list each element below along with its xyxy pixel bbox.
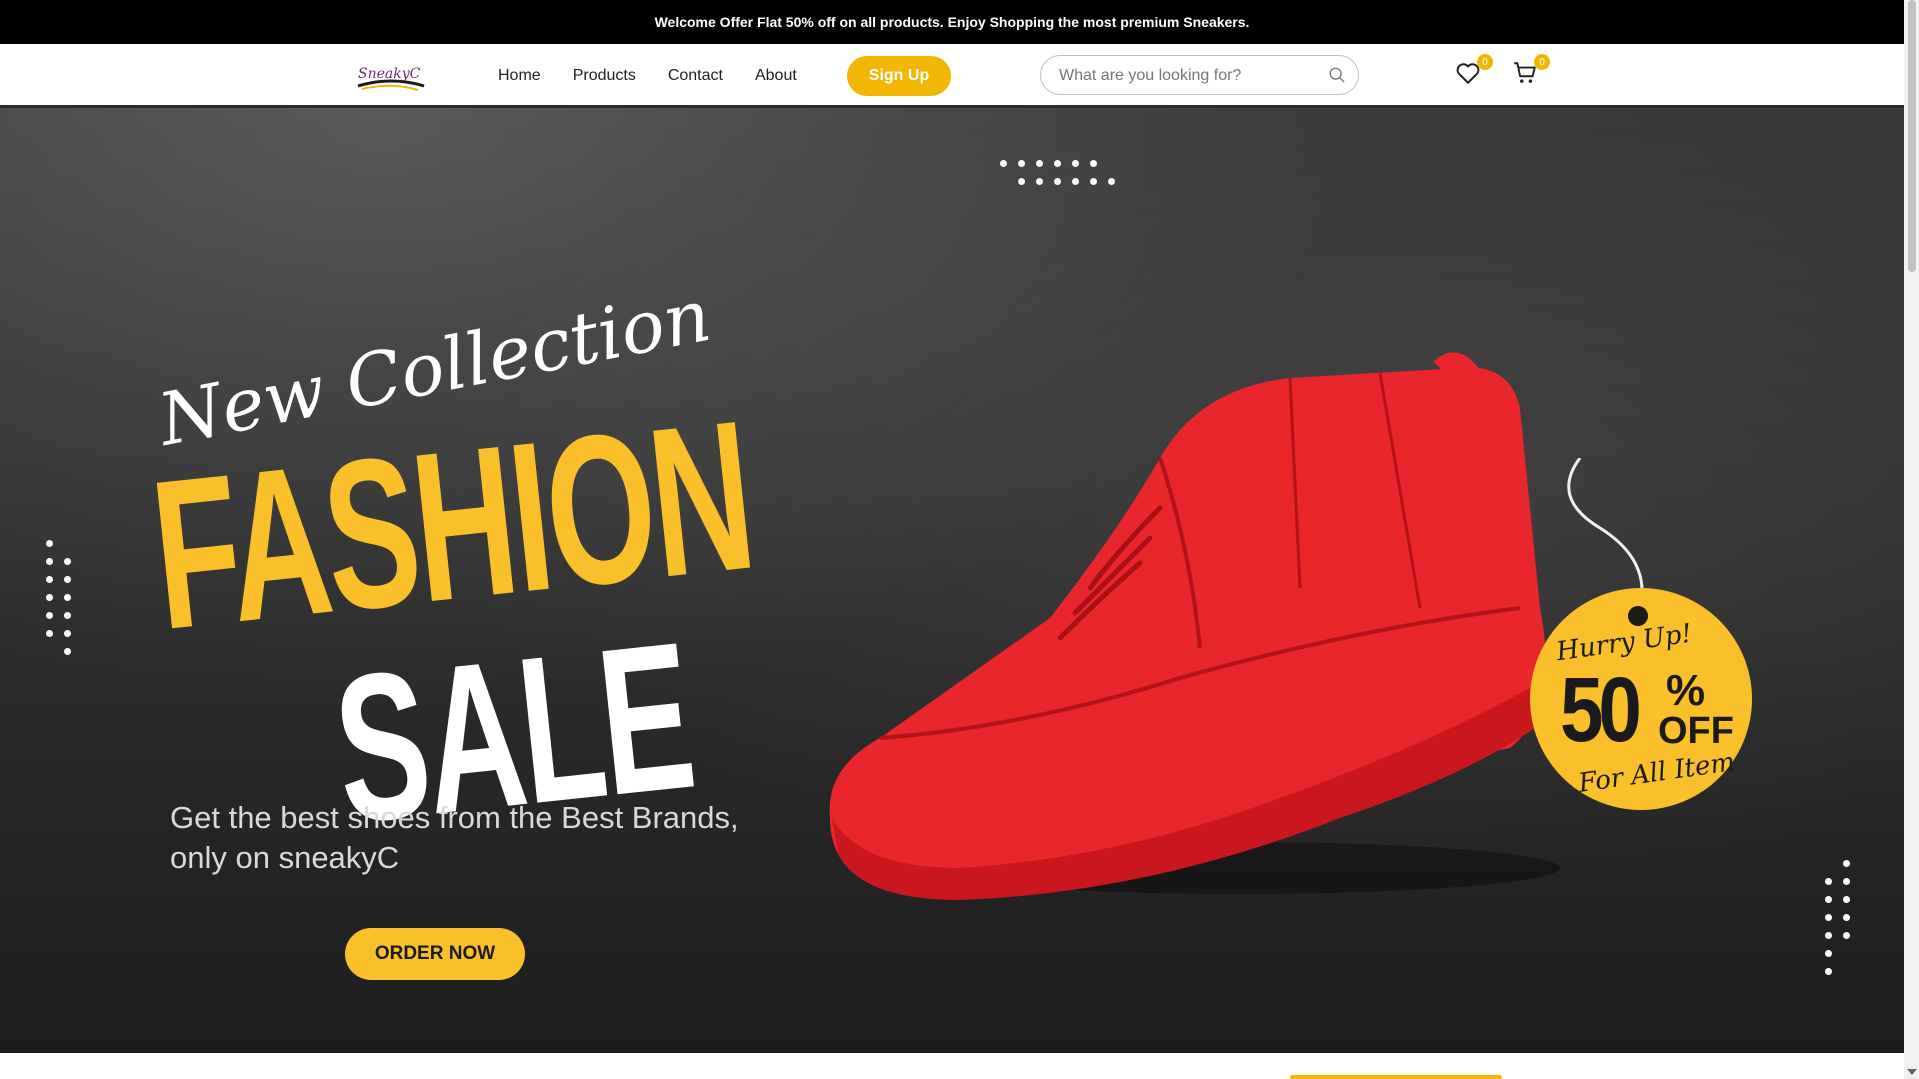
cart-count-badge: 0 [1534,54,1550,70]
search-icon[interactable] [1328,66,1346,84]
order-now-button[interactable]: ORDER NOW [345,928,525,980]
scrollbar-thumb[interactable] [1908,0,1916,272]
scroll-down-arrow-icon[interactable] [1907,1069,1917,1075]
svg-text:SneakyC: SneakyC [358,66,421,82]
navbar: SneakyC Home Products Contact About Sign… [0,44,1904,108]
nav-about-link[interactable]: About [755,67,797,85]
search-input[interactable] [1057,56,1321,96]
logo-icon: SneakyC [357,66,425,91]
page-scrollbar[interactable] [1904,0,1919,1079]
discount-tag: Hurry Up! 50 % OFF For All Item [1520,458,1752,810]
tag-percent: % [1666,666,1706,715]
cart-button[interactable]: 0 [1512,54,1550,88]
nav-products-link[interactable]: Products [573,67,636,85]
logo[interactable]: SneakyC [352,56,432,96]
signup-button[interactable]: Sign Up [847,56,951,96]
nav-home-link[interactable]: Home [498,67,541,85]
search-box [1040,55,1359,96]
wishlist-count-badge: 0 [1477,54,1493,70]
announcement-bar: Welcome Offer Flat 50% off on all produc… [0,0,1904,44]
nav-contact-link[interactable]: Contact [668,67,723,85]
tag-off-text: OFF [1658,710,1734,752]
announcement-text: Welcome Offer Flat 50% off on all produc… [654,14,1250,30]
main-nav: Home Products Contact About [498,44,797,108]
wishlist-button[interactable]: 0 [1455,54,1493,88]
next-section-accent [1290,1075,1502,1079]
hero-subtitle: Get the best shoes from the Best Brands,… [170,800,739,875]
tag-amount: 50 [1560,659,1642,761]
tag-hole [1628,606,1648,626]
tag-string-icon [1567,458,1644,588]
hero-banner: New Collection FASHION SALE Get the best… [0,108,1904,1053]
red-sneaker-image [829,352,1560,900]
